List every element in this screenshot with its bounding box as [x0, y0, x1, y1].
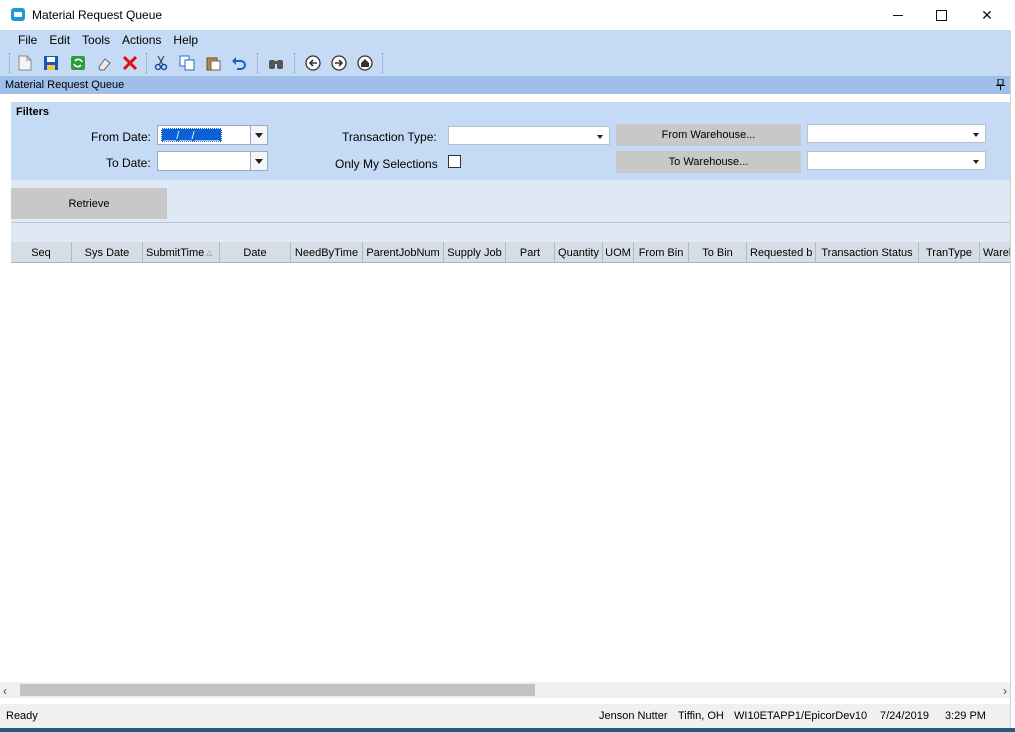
- toolbar-separator: [9, 53, 11, 73]
- toolbar-separator: [257, 53, 259, 73]
- from-warehouse-select[interactable]: [807, 124, 986, 143]
- menu-help[interactable]: Help: [167, 33, 204, 47]
- toolbar-separator: [382, 53, 384, 73]
- column-header-label: SubmitTime: [146, 246, 205, 259]
- window-title: Material Request Queue: [32, 8, 163, 22]
- column-header-sys-date[interactable]: Sys Date: [72, 242, 143, 263]
- to-date-field[interactable]: [157, 151, 268, 171]
- grid-header: Seq Sys Date SubmitTime △ Date NeedByTim…: [11, 242, 1010, 263]
- menu-actions[interactable]: Actions: [116, 33, 167, 47]
- refresh-icon[interactable]: [69, 54, 87, 72]
- from-date-value: __/__/____: [161, 128, 223, 142]
- menu-tools[interactable]: Tools: [76, 33, 116, 47]
- cut-icon[interactable]: [152, 54, 170, 72]
- chevron-down-icon: [255, 132, 263, 138]
- chevron-down-icon: [597, 135, 603, 139]
- from-date-label: From Date:: [91, 130, 152, 144]
- chevron-down-icon: [973, 160, 979, 164]
- undo-icon[interactable]: [230, 54, 248, 72]
- save-icon[interactable]: [42, 54, 60, 72]
- toolbar: [0, 50, 1010, 76]
- column-header-requested-by[interactable]: Requested b: [747, 242, 816, 263]
- from-date-dropdown[interactable]: [250, 126, 267, 144]
- toolbar-separator: [294, 53, 296, 73]
- status-server: WI10ETAPP1/EpicorDev10: [734, 710, 868, 722]
- results-grid[interactable]: Seq Sys Date SubmitTime △ Date NeedByTim…: [11, 242, 1010, 682]
- status-date: 7/24/2019: [880, 710, 929, 722]
- panel-title: Material Request Queue: [5, 79, 125, 91]
- from-date-field[interactable]: __/__/____: [157, 125, 268, 145]
- delete-icon[interactable]: [121, 54, 139, 72]
- column-header-quantity[interactable]: Quantity: [555, 242, 603, 263]
- column-header-parent-job-num[interactable]: ParentJobNum: [363, 242, 444, 263]
- window-edge: [1010, 30, 1015, 732]
- column-header-tran-type[interactable]: TranType: [919, 242, 980, 263]
- back-icon[interactable]: [304, 54, 322, 72]
- scroll-left-icon[interactable]: ‹: [3, 684, 7, 698]
- column-header-to-bin[interactable]: To Bin: [689, 242, 747, 263]
- status-bar: Ready Jenson Nutter Tiffin, OH WI10ETAPP…: [0, 704, 1010, 728]
- scrollbar-thumb[interactable]: [20, 684, 535, 696]
- search-icon[interactable]: [267, 54, 285, 72]
- new-icon[interactable]: [16, 54, 34, 72]
- app-icon: [11, 8, 25, 21]
- column-header-transaction-status[interactable]: Transaction Status: [816, 242, 919, 263]
- minimize-button[interactable]: [875, 0, 921, 30]
- transaction-type-select[interactable]: [448, 126, 610, 145]
- clear-icon[interactable]: [95, 54, 113, 72]
- menu-bar: File Edit Tools Actions Help: [0, 30, 1010, 50]
- only-my-selections-checkbox[interactable]: [448, 155, 461, 168]
- grid-group-strip: [11, 222, 1010, 242]
- close-button[interactable]: ✕: [964, 0, 1010, 30]
- panel-header: Material Request Queue: [0, 76, 1010, 94]
- from-warehouse-button[interactable]: From Warehouse...: [616, 124, 801, 146]
- scroll-right-icon[interactable]: ›: [1003, 684, 1007, 698]
- transaction-type-label: Transaction Type:: [342, 130, 437, 144]
- to-warehouse-select[interactable]: [807, 151, 986, 170]
- column-header-need-by-time[interactable]: NeedByTime: [291, 242, 363, 263]
- status-time: 3:29 PM: [945, 710, 986, 722]
- filters-group: Filters From Date: __/__/____ To Date: T…: [11, 102, 1010, 180]
- home-icon[interactable]: [356, 54, 374, 72]
- copy-icon[interactable]: [178, 54, 196, 72]
- column-header-date[interactable]: Date: [220, 242, 291, 263]
- only-my-selections-label: Only My Selections: [335, 157, 438, 171]
- toolbar-separator: [146, 53, 148, 73]
- column-header-supply-job[interactable]: Supply Job: [444, 242, 506, 263]
- column-header-from-bin[interactable]: From Bin: [634, 242, 689, 263]
- status-location: Tiffin, OH: [678, 710, 724, 722]
- column-header-uom[interactable]: UOM: [603, 242, 634, 263]
- column-header-part[interactable]: Part: [506, 242, 555, 263]
- sort-ascending-icon: △: [206, 248, 213, 257]
- menu-edit[interactable]: Edit: [43, 33, 76, 47]
- filters-label: Filters: [16, 106, 50, 118]
- to-warehouse-button[interactable]: To Warehouse...: [616, 151, 801, 173]
- retrieve-button[interactable]: Retrieve: [11, 188, 167, 219]
- column-header-seq[interactable]: Seq: [11, 242, 72, 263]
- maximize-button[interactable]: [918, 0, 964, 30]
- horizontal-scrollbar[interactable]: ‹ ›: [0, 682, 1010, 698]
- pin-icon[interactable]: [996, 79, 1005, 90]
- to-date-label: To Date:: [106, 156, 151, 170]
- status-text: Ready: [6, 710, 38, 722]
- status-user: Jenson Nutter: [599, 710, 668, 722]
- chevron-down-icon: [973, 133, 979, 137]
- paste-icon[interactable]: [204, 54, 222, 72]
- window-bottom-edge: [0, 728, 1015, 732]
- column-header-submit-time[interactable]: SubmitTime △: [143, 242, 220, 263]
- column-header-warehouse[interactable]: Wareh: [980, 242, 1010, 263]
- to-date-dropdown[interactable]: [250, 152, 267, 170]
- title-bar: Material Request Queue ✕: [0, 0, 1015, 30]
- chevron-down-icon: [255, 158, 263, 164]
- forward-icon[interactable]: [330, 54, 348, 72]
- menu-file[interactable]: File: [12, 33, 43, 47]
